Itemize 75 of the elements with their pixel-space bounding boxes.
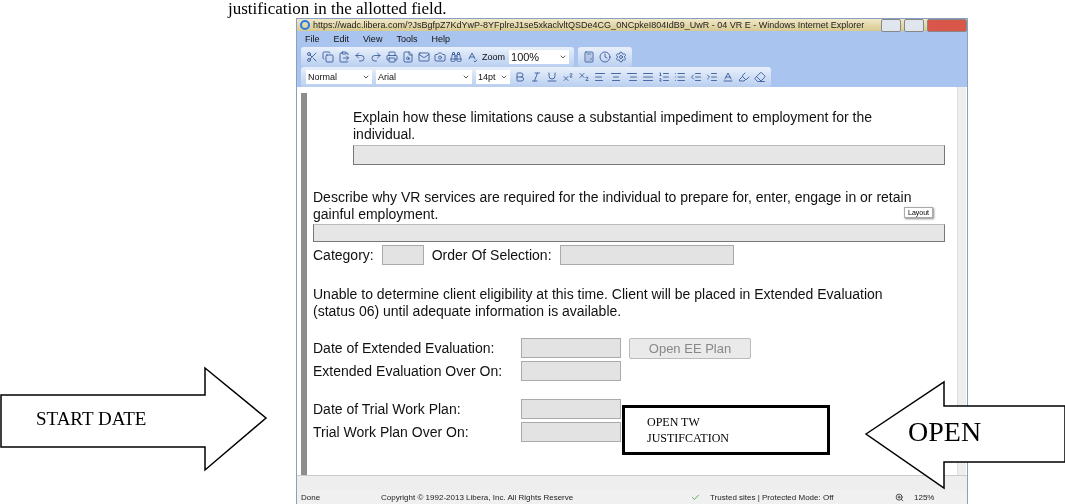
- maximize-button[interactable]: [904, 18, 924, 32]
- menu-item[interactable]: Edit: [333, 34, 350, 44]
- text-field[interactable]: [353, 145, 945, 165]
- bold-icon[interactable]: [514, 71, 526, 83]
- indent-icon[interactable]: [706, 71, 718, 83]
- menu-item[interactable]: Tools: [396, 34, 418, 44]
- align-left-icon[interactable]: [594, 71, 606, 83]
- size-dropdown[interactable]: 14pt: [476, 70, 510, 84]
- field-label: Category:: [313, 247, 374, 263]
- superscript-icon[interactable]: [562, 71, 574, 83]
- redo-icon[interactable]: [370, 51, 382, 63]
- align-right-icon[interactable]: [626, 71, 638, 83]
- date-field[interactable]: [521, 422, 621, 442]
- date-field[interactable]: [521, 361, 621, 381]
- text-field[interactable]: [313, 224, 945, 242]
- preview-icon[interactable]: [402, 51, 414, 63]
- font-dropdown[interactable]: Arial: [376, 70, 472, 84]
- style-dropdown[interactable]: Normal: [306, 70, 372, 84]
- zoom-dropdown[interactable]: 100%: [509, 50, 569, 64]
- field-label: Order Of Selection:: [431, 247, 552, 263]
- undo-icon[interactable]: [354, 51, 366, 63]
- question-text: Explain how these limitations cause a substantial impediment to employment for the individual.: [353, 109, 874, 143]
- caret-icon: [362, 73, 370, 81]
- caret-icon: [462, 73, 470, 81]
- date-field[interactable]: [521, 399, 621, 419]
- date-field[interactable]: [521, 338, 621, 358]
- zoom-icon: [895, 492, 904, 502]
- zoom-level[interactable]: 125%: [914, 492, 935, 502]
- justify-icon[interactable]: [642, 71, 654, 83]
- align-center-icon[interactable]: [610, 71, 622, 83]
- outdent-icon[interactable]: [690, 71, 702, 83]
- highlighter-icon[interactable]: [738, 71, 750, 83]
- italic-icon[interactable]: [530, 71, 542, 83]
- window-title: https://wadc.libera.com/?JsBgfpZ7KdYwP-8YFplreJ1se5xkaclvltQSDe4CG_0NCpkeI804IdB9_UwR - 04 VR E - Windows Internet Explorer: [313, 20, 866, 30]
- check-icon: [691, 492, 700, 502]
- copyright-text: Copyright © 1992-2013 Libera, Inc. All Rights Reserve: [381, 492, 575, 502]
- zoom-label: Zoom: [482, 52, 505, 62]
- subscript-icon[interactable]: [578, 71, 590, 83]
- field-label: Extended Evaluation Over On:: [313, 363, 504, 379]
- font-color-icon[interactable]: [722, 71, 734, 83]
- clock-icon[interactable]: [599, 51, 611, 63]
- bullet-list-icon[interactable]: [674, 71, 686, 83]
- document-heading: justification in the allotted field.: [228, 0, 448, 18]
- copy-icon[interactable]: [322, 51, 334, 63]
- settings-icon[interactable]: [615, 51, 627, 63]
- printer-icon[interactable]: [386, 51, 398, 63]
- numbered-list-icon[interactable]: [658, 71, 670, 83]
- field-label: Date of Trial Work Plan:: [313, 401, 462, 417]
- arrow-label: START DATE: [36, 408, 147, 430]
- arrow-label: OPEN: [908, 416, 982, 448]
- eraser-icon[interactable]: [754, 71, 766, 83]
- underline-icon[interactable]: [546, 71, 558, 83]
- calculator-icon[interactable]: [583, 51, 595, 63]
- minimize-button[interactable]: [881, 18, 901, 32]
- camera-icon[interactable]: [434, 51, 446, 63]
- menu-item[interactable]: View: [363, 34, 383, 44]
- caret-icon: [500, 73, 508, 81]
- binoculars-icon[interactable]: [450, 51, 462, 63]
- category-field[interactable]: [381, 245, 424, 265]
- field-label: Date of Extended Evaluation:: [313, 340, 496, 356]
- horizontal-scrollbar[interactable]: [297, 475, 967, 490]
- mail-icon[interactable]: [418, 51, 430, 63]
- spellcheck-icon[interactable]: [466, 51, 478, 63]
- browser-logo-icon: [300, 20, 310, 30]
- menu-item[interactable]: File: [305, 34, 320, 44]
- scissors-icon[interactable]: [306, 51, 318, 63]
- notice-text: Unable to determine client eligibility at this time. Client will be placed in Extended Evaluation (status 06) until adequate information is available.: [313, 286, 884, 320]
- menu-item[interactable]: Help: [431, 34, 450, 44]
- order-field[interactable]: [559, 245, 734, 265]
- status-text: Done: [301, 492, 322, 502]
- annotation-note: OPEN TW JUSTIFCATION: [622, 405, 830, 455]
- field-label: Trial Work Plan Over On:: [313, 424, 470, 440]
- security-status: Trusted sites | Protected Mode: Off: [710, 492, 835, 502]
- caret-icon: [559, 53, 567, 61]
- paste-icon[interactable]: [338, 51, 350, 63]
